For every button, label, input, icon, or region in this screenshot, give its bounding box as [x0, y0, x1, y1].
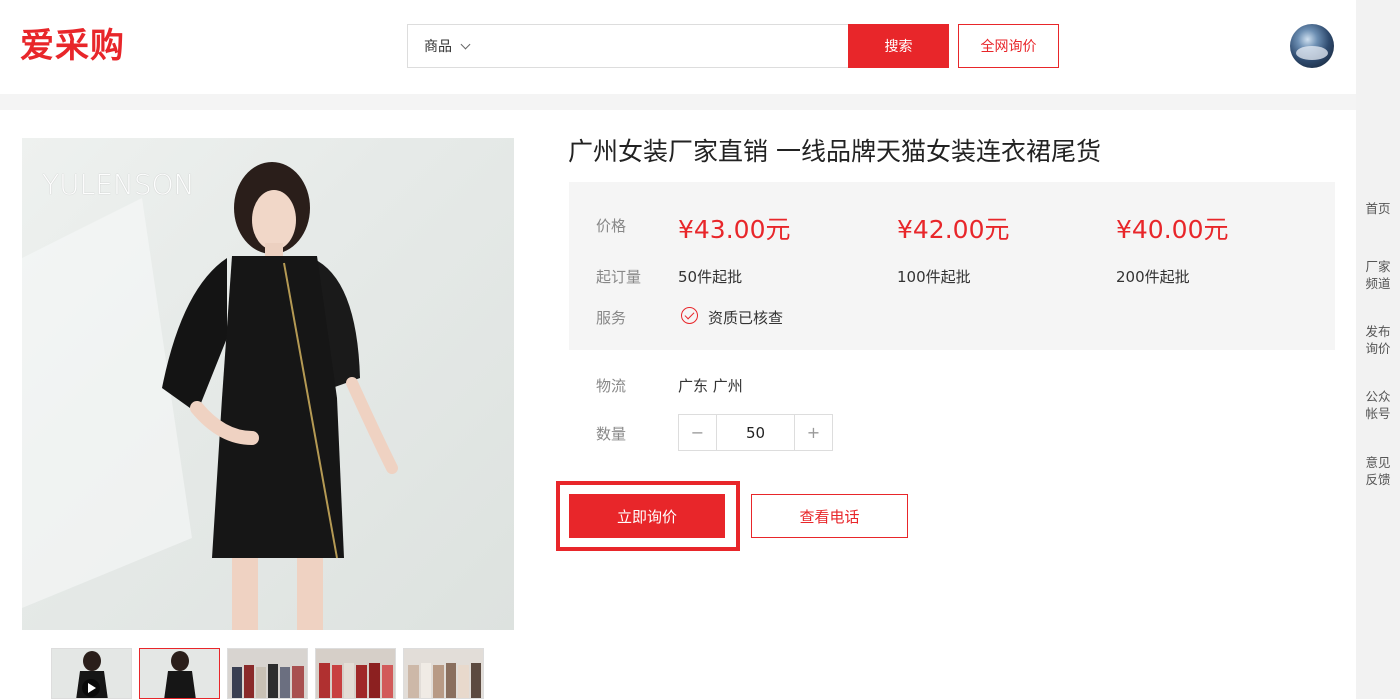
quantity-stepper: − 50 + [678, 414, 833, 451]
thumbnail-image[interactable] [403, 648, 484, 699]
thumbnail-rack-image [404, 649, 483, 698]
service-value: 资质已核查 [708, 309, 784, 327]
quantity-input[interactable]: 50 [716, 415, 795, 450]
view-phone-button[interactable]: 查看电话 [751, 494, 908, 538]
thumbnail-rack-image [228, 649, 307, 698]
price-tier-2: ¥42.00元 [897, 215, 1010, 244]
moq-tier-3: 200件起批 [1116, 268, 1190, 286]
sidebar-item-feedback[interactable]: 意见 反馈 [1356, 454, 1400, 488]
search-bar: 商品 搜索 [407, 24, 949, 68]
increment-button[interactable]: + [795, 415, 832, 450]
thumbnail-image[interactable] [315, 648, 396, 699]
sidebar-item-home[interactable]: 首页 [1356, 200, 1400, 217]
moq-tier-2: 100件起批 [897, 268, 971, 286]
quantity-label: 数量 [596, 425, 627, 443]
brand-watermark: YULENSON [42, 168, 195, 201]
model-illustration [22, 162, 398, 630]
thumbnail-strip [51, 648, 484, 699]
sidebar-item-post-inquiry[interactable]: 发布 询价 [1356, 323, 1400, 357]
right-sidebar: 首页 厂家 频道 发布 询价 公众 帐号 意见 反馈 [1356, 0, 1400, 699]
play-icon [82, 679, 100, 697]
site-logo[interactable]: 爱采购 [20, 26, 125, 66]
thumbnail-video[interactable] [51, 648, 132, 699]
global-inquiry-button[interactable]: 全网询价 [958, 24, 1059, 68]
thumbnail-image-selected[interactable] [139, 648, 220, 699]
product-main-image[interactable]: YULENSON [22, 138, 514, 630]
search-category-select[interactable]: 商品 [408, 25, 498, 67]
moq-tier-1: 50件起批 [678, 268, 743, 286]
thumbnail-selected-image [140, 649, 219, 698]
product-title: 广州女装厂家直销 一线品牌天猫女装连衣裙尾货 [568, 137, 1101, 166]
verified-check-icon [681, 307, 698, 324]
thumbnail-image[interactable] [227, 648, 308, 699]
service-label: 服务 [596, 309, 627, 327]
thumbnail-rack-image [316, 649, 395, 698]
price-tier-3: ¥40.00元 [1116, 215, 1229, 244]
avatar[interactable] [1290, 24, 1334, 68]
header: 爱采购 商品 搜索 全网询价 [0, 0, 1356, 94]
chevron-down-icon [460, 39, 471, 49]
price-label: 价格 [596, 217, 627, 235]
inquire-now-button[interactable]: 立即询价 [569, 494, 725, 538]
header-divider [0, 94, 1356, 110]
sidebar-item-official-account[interactable]: 公众 帐号 [1356, 388, 1400, 422]
search-button[interactable]: 搜索 [848, 24, 949, 68]
moq-label: 起订量 [596, 268, 642, 286]
sidebar-item-factory-channel[interactable]: 厂家 频道 [1356, 258, 1400, 292]
search-input[interactable] [498, 25, 848, 67]
logistics-value: 广东 广州 [678, 377, 743, 395]
search-category-label: 商品 [424, 39, 452, 55]
decrement-button[interactable]: − [679, 415, 716, 450]
price-tier-1: ¥43.00元 [678, 215, 791, 244]
logistics-label: 物流 [596, 377, 627, 395]
page: 爱采购 商品 搜索 全网询价 首页 厂家 频道 发布 询价 公众 帐号 意见 反… [0, 0, 1400, 699]
